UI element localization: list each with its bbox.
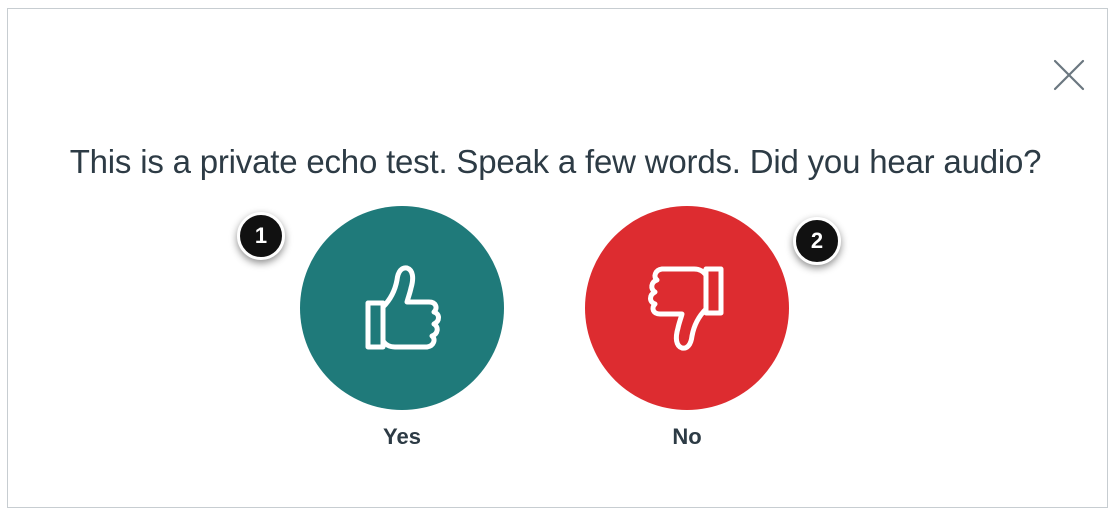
echo-test-dialog	[7, 8, 1108, 508]
close-button[interactable]	[1052, 58, 1086, 92]
callout-badge-2: 2	[793, 217, 841, 265]
no-label: No	[672, 424, 702, 449]
thumbs-down-icon	[648, 266, 724, 351]
thumbs-up-icon	[365, 265, 441, 350]
echo-test-question: This is a private echo test. Speak a few…	[69, 143, 1042, 180]
callout-badge-1: 1	[237, 212, 285, 260]
yes-label: Yes	[383, 424, 421, 449]
no-button[interactable]	[585, 206, 789, 410]
yes-button[interactable]	[300, 206, 504, 410]
close-icon	[1053, 59, 1085, 91]
echo-test-screen: This is a private echo test. Speak a few…	[0, 0, 1111, 508]
